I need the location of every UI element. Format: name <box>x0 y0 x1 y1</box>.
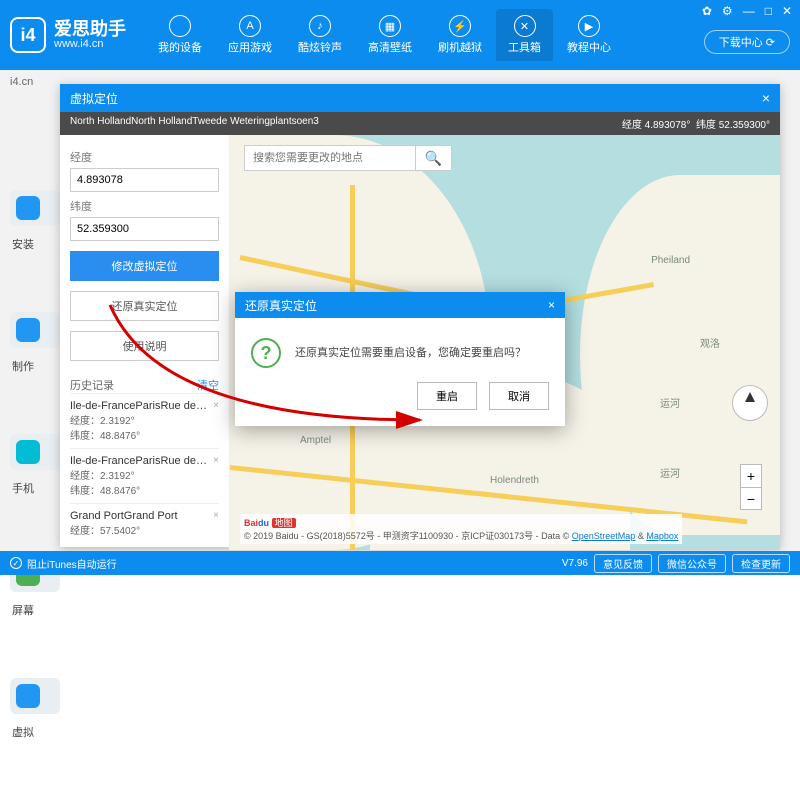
side-stub-label: 虚拟 <box>12 724 60 740</box>
titlebar-min-icon[interactable]: — <box>743 4 755 18</box>
nav-tab-2[interactable]: ♪ 酷炫铃声 <box>286 9 354 61</box>
side-stub-label: 安装 <box>12 236 60 252</box>
nav-tab-4[interactable]: ⚡ 刷机越狱 <box>426 9 494 61</box>
book-icon: ▶ <box>578 15 600 37</box>
map-label: Pheiland <box>651 255 690 266</box>
download-icon: ⟳ <box>766 37 775 49</box>
wechat-button[interactable]: 微信公众号 <box>658 554 726 573</box>
tab-label: 应用游戏 <box>228 39 272 55</box>
apple-icon <box>169 15 191 37</box>
tab-label: 高清壁纸 <box>368 39 412 55</box>
map-label: Holendreth <box>490 475 539 486</box>
app-logo: i4 <box>10 17 46 53</box>
side-stub[interactable] <box>10 678 60 714</box>
lon-input[interactable] <box>70 168 219 192</box>
lon-label: 经度 <box>70 149 219 165</box>
tab-label: 刷机越狱 <box>438 39 482 55</box>
history-item[interactable]: Ile-de-FranceParisRue de S…经度：2.3192°纬度：… <box>70 393 219 448</box>
tab-label: 工具箱 <box>508 39 541 55</box>
panel-close-button[interactable]: × <box>762 90 770 106</box>
nav-tab-5[interactable]: ✕ 工具箱 <box>496 9 553 61</box>
nav-tab-3[interactable]: ▦ 高清壁纸 <box>356 9 424 61</box>
ring-icon: ♪ <box>309 15 331 37</box>
map-search-input[interactable] <box>245 146 415 170</box>
dialog-cancel-button[interactable]: 取消 <box>489 382 549 410</box>
lat-input[interactable] <box>70 217 219 241</box>
map-label: 运河 <box>660 465 680 480</box>
feedback-button[interactable]: 意见反馈 <box>594 554 652 573</box>
map-search-button[interactable]: 🔍 <box>415 146 451 170</box>
side-stub[interactable] <box>10 312 60 348</box>
credit-link-mapbox[interactable]: Mapbox <box>646 531 678 541</box>
history-item[interactable]: Ile-de-FranceParisRue de S…经度：2.3192°纬度：… <box>70 448 219 503</box>
block-itunes-checkbox[interactable]: ✓阻止iTunes自动运行 <box>10 556 117 571</box>
titlebar-shirt-icon[interactable]: ✿ <box>702 4 712 18</box>
zoom-in-button[interactable]: + <box>741 465 761 487</box>
check-update-button[interactable]: 检查更新 <box>732 554 790 573</box>
flash-icon: ⚡ <box>449 15 471 37</box>
version-label: V7.96 <box>562 558 588 569</box>
history-clear-button[interactable]: 清空 <box>197 377 219 393</box>
history-title: 历史记录 <box>70 377 114 393</box>
zoom-out-button[interactable]: − <box>741 487 761 509</box>
dialog-message: 还原真实定位需要重启设备，您确定要重启吗？ <box>295 338 526 360</box>
nav-tab-1[interactable]: A 应用游戏 <box>216 9 284 61</box>
nav-tab-0[interactable]: 我的设备 <box>146 9 214 61</box>
addr-coords: 经度 4.893078° 纬度 52.359300° <box>622 116 770 131</box>
dialog-title: 还原真实定位 <box>245 297 317 314</box>
history-item[interactable]: Grand PortGrand Port经度：57.5402°× <box>70 503 219 543</box>
lat-label: 纬度 <box>70 198 219 214</box>
tab-label: 酷炫铃声 <box>298 39 342 55</box>
wall-icon: ▦ <box>379 15 401 37</box>
titlebar-max-icon[interactable]: □ <box>765 4 772 18</box>
dialog-ok-button[interactable]: 重启 <box>417 382 477 410</box>
side-stub[interactable] <box>10 434 60 470</box>
tools-icon: ✕ <box>514 15 536 37</box>
side-stub-label: 手机 <box>12 480 60 496</box>
map-credits: Baidu 地图 © 2019 Baidu - GS(2018)5572号 - … <box>240 514 682 544</box>
nav-tab-6[interactable]: ▶ 教程中心 <box>555 9 623 61</box>
app-title: 爱思助手 <box>54 20 126 38</box>
tab-label: 教程中心 <box>567 39 611 55</box>
panel-title: 虚拟定位 <box>70 90 118 107</box>
titlebar-gear-icon[interactable]: ⚙ <box>722 4 733 18</box>
modify-location-button[interactable]: 修改虚拟定位 <box>70 251 219 281</box>
titlebar-close-icon[interactable]: ✕ <box>782 4 792 18</box>
map-label: 运河 <box>660 395 680 410</box>
credit-link-osm[interactable]: OpenStreetMap <box>572 531 636 541</box>
history-delete-button[interactable]: × <box>213 455 219 466</box>
map-label: Amptel <box>300 435 331 446</box>
side-stub-label: 制作 <box>12 358 60 374</box>
history-delete-button[interactable]: × <box>213 400 219 411</box>
compass-control[interactable] <box>732 385 768 421</box>
dialog-close-button[interactable]: × <box>548 298 555 312</box>
download-center-button[interactable]: 下载中心 ⟳ <box>704 30 790 54</box>
app-url: www.i4.cn <box>54 38 126 50</box>
side-stub-label: 屏幕 <box>12 602 60 618</box>
history-delete-button[interactable]: × <box>213 510 219 521</box>
confirm-dialog: 还原真实定位 × ? 还原真实定位需要重启设备，您确定要重启吗？ 重启 取消 <box>235 292 565 426</box>
breadcrumb: i4.cn <box>10 76 33 88</box>
app-icon: A <box>239 15 261 37</box>
map-label: 观洛 <box>700 335 720 350</box>
tab-label: 我的设备 <box>158 39 202 55</box>
side-stub[interactable] <box>10 190 60 226</box>
question-icon: ? <box>251 338 281 368</box>
restore-location-button[interactable]: 还原真实定位 <box>70 291 219 321</box>
address-text: North HollandNorth HollandTweede Weterin… <box>70 116 319 131</box>
help-button[interactable]: 使用说明 <box>70 331 219 361</box>
